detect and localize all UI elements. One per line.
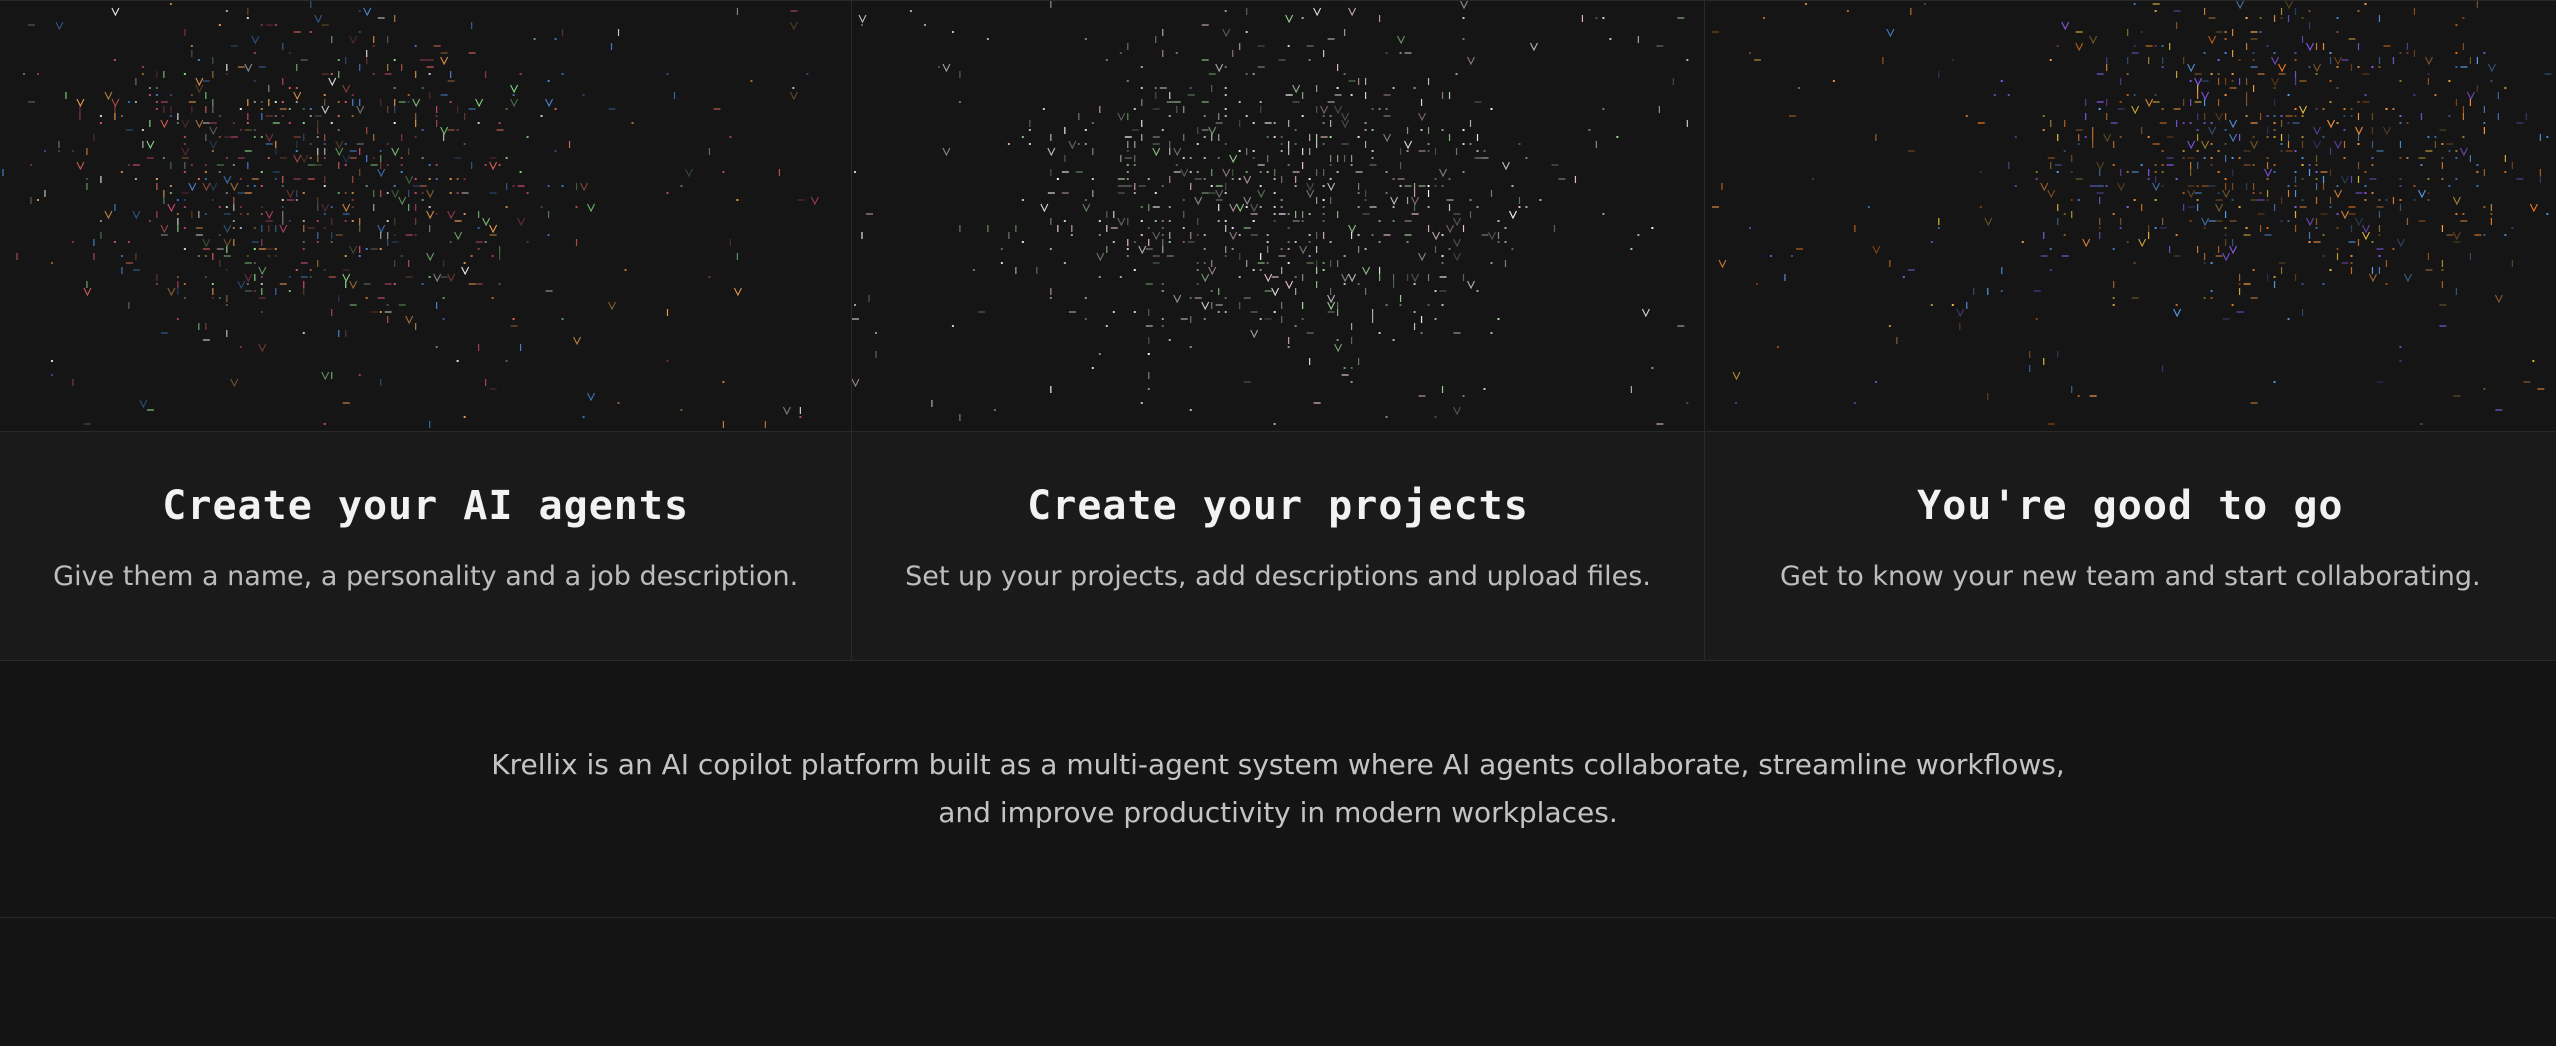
step-description: Give them a name, a personality and a jo… (53, 561, 799, 592)
step-card-agents: Create your AI agents Give them a name, … (0, 1, 853, 660)
step-card-ready: You're good to go Get to know your new t… (1704, 1, 2556, 660)
about-text: Krellix is an AI copilot platform built … (491, 748, 2065, 829)
ascii-art-pattern-icon (852, 1, 1704, 432)
step-title: Create your projects (1027, 483, 1529, 529)
about-section: Krellix is an AI copilot platform built … (0, 661, 2556, 918)
step-card-projects: Create your projects Set up your project… (852, 1, 1705, 660)
step-description: Get to know your new team and start coll… (1780, 561, 2481, 592)
step-title: You're good to go (1917, 483, 2344, 529)
step-title: Create your AI agents (162, 483, 690, 529)
ascii-art-pattern-icon (1704, 1, 2556, 432)
onboarding-steps: Create your AI agents Give them a name, … (0, 0, 2556, 661)
step-description: Set up your projects, add descriptions a… (905, 561, 1651, 592)
ascii-art-pattern-icon (0, 1, 852, 432)
page: Create your AI agents Give them a name, … (0, 0, 2556, 1046)
